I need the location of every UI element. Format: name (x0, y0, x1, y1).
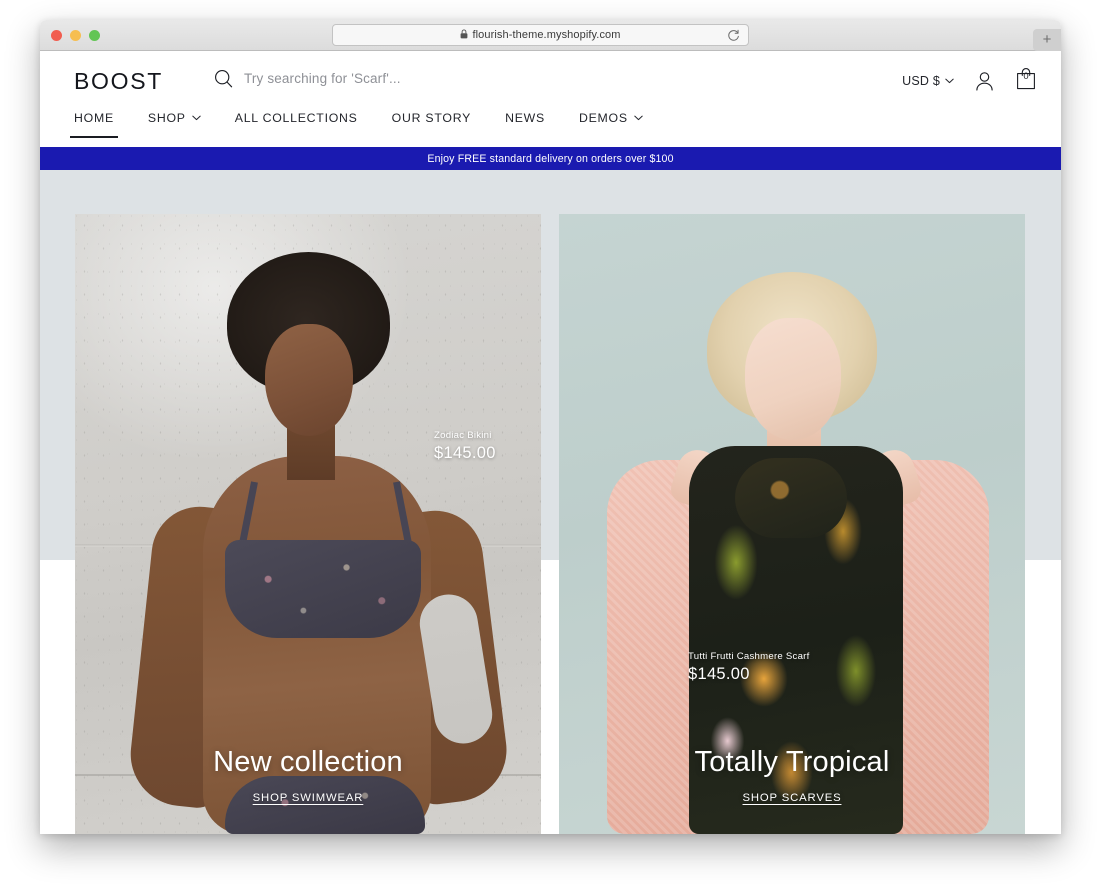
search-icon[interactable] (214, 69, 233, 88)
nav-item-home[interactable]: HOME (70, 109, 118, 138)
product-price-tag-scarf[interactable]: Tutti Frutti Cashmere Scarf $145.00 (688, 651, 810, 683)
search-input[interactable] (244, 71, 544, 86)
hero-image-swimwear (75, 214, 541, 834)
nav-item-our-story[interactable]: OUR STORY (392, 109, 471, 138)
shop-swimwear-link[interactable]: SHOP SWIMWEAR (253, 792, 364, 804)
search-area[interactable] (214, 69, 544, 88)
currency-label: USD $ (902, 74, 940, 88)
nav-item-demos[interactable]: DEMOS (579, 109, 643, 138)
nav-item-all-collections[interactable]: ALL COLLECTIONS (235, 109, 358, 138)
window-controls (51, 30, 100, 41)
hero-card-swimwear[interactable]: Zodiac Bikini $145.00 New collection SHO… (75, 214, 541, 834)
shop-scarves-link[interactable]: SHOP SCARVES (743, 792, 842, 804)
product-name: Tutti Frutti Cashmere Scarf (688, 651, 810, 662)
address-bar[interactable]: flourish-theme.myshopify.com (332, 24, 749, 46)
nav-label: ALL COLLECTIONS (234, 111, 358, 125)
hero-title: Totally Tropical (694, 745, 890, 778)
nav-label: NEWS (505, 111, 545, 125)
nav-item-news[interactable]: NEWS (505, 109, 545, 138)
model-face (745, 318, 841, 440)
header-top-row: BOOST USD $ (40, 51, 1061, 109)
site-header: BOOST USD $ (40, 51, 1061, 147)
nav-label: OUR STORY (391, 111, 472, 125)
model-face (265, 324, 353, 436)
hero-image-scarves (559, 214, 1025, 834)
cart-button[interactable]: 0 (1015, 67, 1037, 95)
cart-count-badge: 0 (1023, 71, 1029, 82)
hero-caption-swimwear: New collection SHOP SWIMWEAR (75, 746, 541, 812)
address-bar-text: flourish-theme.myshopify.com (460, 29, 620, 41)
product-price: $145.00 (434, 443, 496, 462)
brand-logo[interactable]: BOOST (74, 68, 163, 95)
user-icon[interactable] (975, 71, 994, 91)
minimize-window-button[interactable] (70, 30, 81, 41)
chevron-down-icon (192, 115, 201, 121)
nav-label: HOME (74, 111, 114, 125)
chevron-down-icon (945, 78, 954, 84)
close-window-button[interactable] (51, 30, 62, 41)
hero-card-scarves[interactable]: Tutti Frutti Cashmere Scarf $145.00 Tota… (559, 214, 1025, 834)
product-name: Zodiac Bikini (434, 430, 492, 441)
new-tab-button[interactable]: + (1033, 29, 1061, 51)
nav-label: DEMOS (578, 111, 628, 125)
hero-section: Zodiac Bikini $145.00 New collection SHO… (40, 170, 1061, 834)
reload-icon[interactable] (727, 29, 740, 42)
announcement-text: Enjoy FREE standard delivery on orders o… (427, 152, 674, 165)
url-string: flourish-theme.myshopify.com (472, 29, 621, 41)
main-navigation: HOME SHOP ALL COLLECTIONS OUR STORY NEWS… (40, 109, 1061, 145)
currency-selector[interactable]: USD $ (902, 74, 954, 88)
hero-title: New collection (213, 745, 403, 778)
nav-label: SHOP (147, 111, 186, 125)
nav-item-shop[interactable]: SHOP (148, 109, 201, 138)
product-price-tag-swimwear[interactable]: Zodiac Bikini $145.00 (434, 430, 496, 462)
scarf-knot (735, 458, 847, 538)
zoom-window-button[interactable] (89, 30, 100, 41)
header-actions: USD $ 0 (902, 67, 1037, 95)
site-viewport: BOOST USD $ (40, 51, 1061, 834)
browser-titlebar: flourish-theme.myshopify.com + (40, 20, 1061, 51)
browser-window: flourish-theme.myshopify.com + BOOST Try… (40, 20, 1061, 834)
bikini-top (225, 540, 421, 638)
product-price: $145.00 (688, 664, 750, 683)
page-backdrop: flourish-theme.myshopify.com + BOOST Try… (0, 0, 1100, 894)
chevron-down-icon (634, 115, 643, 121)
announcement-bar: Enjoy FREE standard delivery on orders o… (40, 147, 1061, 170)
hero-caption-scarves: Totally Tropical SHOP SCARVES (559, 746, 1025, 812)
lock-icon (461, 29, 468, 39)
